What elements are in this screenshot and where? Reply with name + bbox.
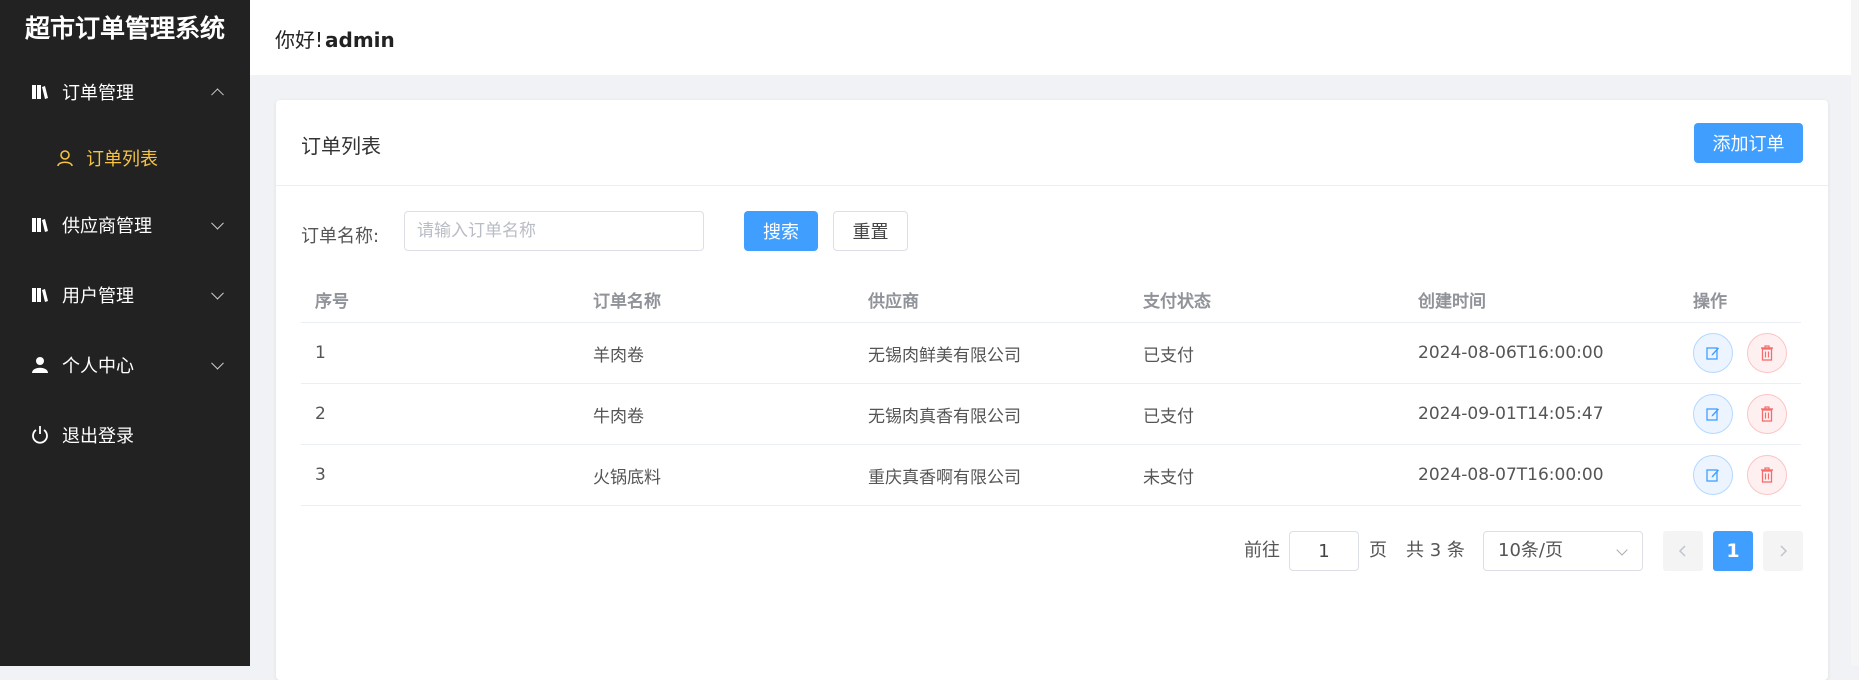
trash-icon [1761, 345, 1773, 361]
order-list-card: 订单列表 添加订单 订单名称: 搜索 重置 序号 订单名称 供应商 支付状态 创… [276, 100, 1828, 680]
search-input[interactable] [404, 211, 704, 251]
goto-label: 前往 [1244, 540, 1280, 561]
delete-button[interactable] [1747, 455, 1787, 495]
scrollbar[interactable] [1851, 0, 1859, 666]
menu-label: 用户管理 [62, 286, 134, 307]
page-unit: 页 [1369, 540, 1387, 561]
column-header: 序号 [315, 291, 349, 312]
header: 你好! admin [250, 0, 1859, 75]
greeting-text: 你好! [275, 28, 324, 52]
page-number-button[interactable]: 1 [1713, 531, 1753, 571]
edit-icon [1706, 469, 1719, 482]
menu-user-management[interactable]: 用户管理 [0, 267, 250, 323]
search-label: 订单名称: [301, 226, 380, 247]
cell-name: 羊肉卷 [593, 345, 644, 366]
cell-actions [1679, 445, 1801, 505]
goto-page-input[interactable] [1289, 531, 1359, 571]
edit-button[interactable] [1693, 394, 1733, 434]
cell-name: 牛肉卷 [593, 406, 644, 427]
cell-supplier: 重庆真香啊有限公司 [868, 467, 1021, 488]
cell-created: 2024-09-01T14:05:47 [1418, 404, 1604, 424]
edit-button[interactable] [1693, 455, 1733, 495]
menu-supplier-management[interactable]: 供应商管理 [0, 197, 250, 253]
menu-label: 退出登录 [62, 426, 134, 447]
page-size-value: 10条/页 [1498, 540, 1563, 561]
search-button[interactable]: 搜索 [744, 211, 818, 251]
prev-page-button[interactable] [1663, 531, 1703, 571]
chevron-left-icon [1678, 545, 1686, 557]
order-table: 序号 订单名称 供应商 支付状态 创建时间 操作 1 羊肉卷 无锡肉鲜美有限公司… [301, 276, 1801, 506]
delete-button[interactable] [1747, 333, 1787, 373]
menu-label: 供应商管理 [62, 216, 152, 237]
menu-order-list[interactable]: 订单列表 [0, 130, 250, 186]
cell-id: 2 [315, 404, 326, 424]
cell-supplier: 无锡肉真香有限公司 [868, 406, 1021, 427]
trash-icon [1761, 406, 1773, 422]
chevron-down-icon [1616, 544, 1628, 556]
card-title: 订单列表 [301, 134, 381, 158]
user-icon [30, 355, 50, 375]
chevron-right-icon [1780, 545, 1788, 557]
user-outline-icon [56, 149, 74, 167]
book-icon [30, 82, 50, 102]
cell-actions [1679, 384, 1801, 444]
column-header: 支付状态 [1143, 291, 1211, 312]
table-row: 2 牛肉卷 无锡肉真香有限公司 已支付 2024-09-01T14:05:47 [301, 384, 1801, 445]
cell-supplier: 无锡肉鲜美有限公司 [868, 345, 1021, 366]
column-header: 订单名称 [593, 291, 661, 312]
menu-label: 订单管理 [62, 83, 134, 104]
greeting: 你好! admin [275, 24, 395, 53]
pagination: 前往 页 共 3 条 10条/页 1 [276, 531, 1828, 571]
cell-status: 已支付 [1143, 345, 1194, 366]
page-size-select[interactable]: 10条/页 [1483, 531, 1643, 571]
chevron-up-icon [211, 88, 224, 102]
cell-id: 1 [315, 343, 326, 363]
card-header: 订单列表 添加订单 [276, 100, 1828, 186]
table-header: 序号 订单名称 供应商 支付状态 创建时间 操作 [301, 276, 1801, 323]
menu-order-management[interactable]: 订单管理 [0, 64, 250, 120]
cell-name: 火锅底料 [593, 467, 661, 488]
sidebar: 超市订单管理系统 订单管理 订单列表 供应商管理 用户管理 个人中心 退出登录 [0, 0, 250, 666]
menu-logout[interactable]: 退出登录 [0, 407, 250, 463]
cell-id: 3 [315, 465, 326, 485]
book-icon [30, 215, 50, 235]
edit-button[interactable] [1693, 333, 1733, 373]
chevron-down-icon [211, 286, 224, 300]
menu-personal-center[interactable]: 个人中心 [0, 337, 250, 393]
menu-label: 订单列表 [86, 149, 158, 170]
add-order-button[interactable]: 添加订单 [1694, 123, 1803, 163]
book-icon [30, 285, 50, 305]
username: admin [325, 28, 395, 52]
edit-icon [1706, 347, 1719, 360]
total-count: 共 3 条 [1406, 540, 1465, 561]
cell-status: 已支付 [1143, 406, 1194, 427]
cell-created: 2024-08-07T16:00:00 [1418, 465, 1604, 485]
power-icon [30, 425, 50, 445]
cell-created: 2024-08-06T16:00:00 [1418, 343, 1604, 363]
column-header: 创建时间 [1418, 291, 1486, 312]
trash-icon [1761, 467, 1773, 483]
cell-status: 未支付 [1143, 467, 1194, 488]
chevron-down-icon [211, 216, 224, 230]
next-page-button[interactable] [1763, 531, 1803, 571]
app-title: 超市订单管理系统 [24, 14, 225, 43]
cell-actions [1679, 323, 1801, 383]
column-header: 供应商 [868, 291, 919, 312]
edit-icon [1706, 408, 1719, 421]
table-row: 1 羊肉卷 无锡肉鲜美有限公司 已支付 2024-08-06T16:00:00 [301, 323, 1801, 384]
menu-label: 个人中心 [62, 356, 134, 377]
chevron-down-icon [211, 356, 224, 370]
delete-button[interactable] [1747, 394, 1787, 434]
table-row: 3 火锅底料 重庆真香啊有限公司 未支付 2024-08-07T16:00:00 [301, 445, 1801, 506]
column-header: 操作 [1693, 291, 1727, 312]
reset-button[interactable]: 重置 [833, 211, 908, 251]
